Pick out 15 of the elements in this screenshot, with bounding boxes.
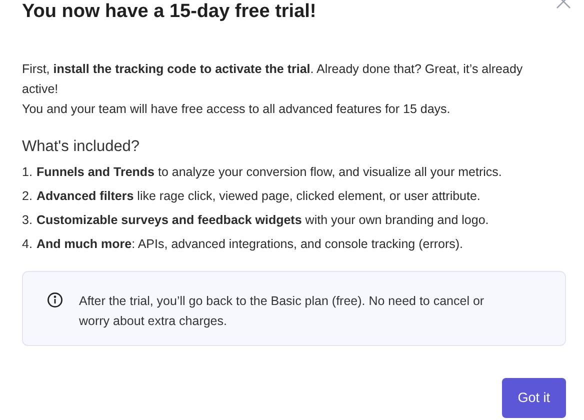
notice-text: After the trial, you’ll go back to the Basic plan (free). No need to cancel or worry about extra charges. [79,293,486,330]
list-number: 2. [22,188,32,205]
section-heading: What's included? [22,137,141,157]
feature-text: Funnels and Trends to analyze your conversion flow, and visualize all your metrics. [36,164,502,181]
list-number: 4. [22,236,32,253]
feature-text: And much more: APIs, advanced integrations, and console tracking (errors). [36,236,464,253]
info-icon [47,292,63,308]
list-number: 3. [22,212,32,229]
list-number: 1. [22,164,32,181]
feature-text: Customizable surveys and feedback widgets with your own branding and logo. [36,212,489,229]
feature-text: Advanced filters like rage click, viewed page, clicked element, or user attribute. [36,188,480,205]
intro-paragraph: First, install the tracking code to activate the trial. Already done that? Great, it’s already active! [22,61,524,98]
got-it-button[interactable]: Got it [502,378,566,418]
intro-paragraph: You and your team will have free access to all advanced features for 15 days. [22,101,452,118]
dialog-title: You now have a 15-day free trial! [22,0,316,23]
